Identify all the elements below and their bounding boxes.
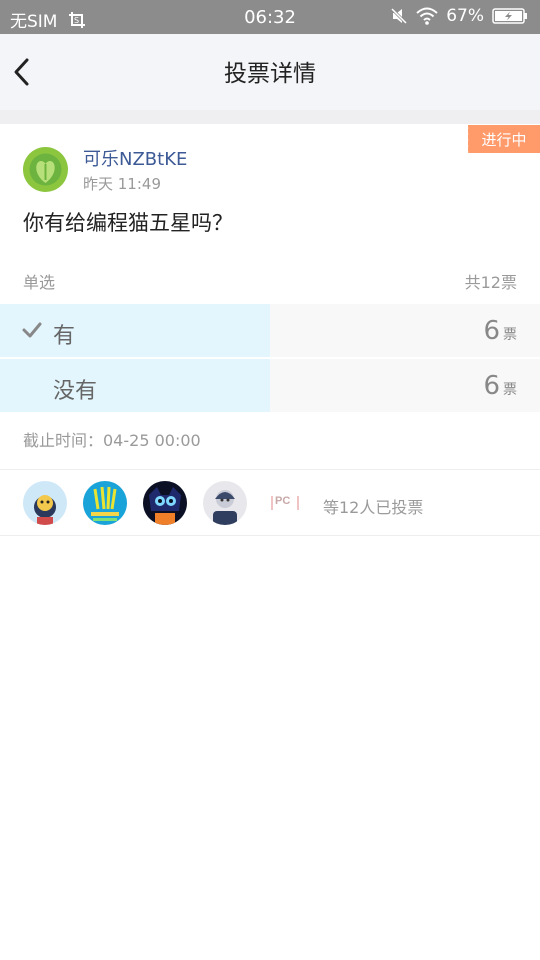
battery-icon [492, 8, 528, 24]
voter-avatar[interactable] [143, 481, 187, 525]
avatar-badge-text: PC [275, 495, 291, 507]
poll-question: 你有给编程猫五星吗？ [23, 211, 233, 235]
vote-total-label: 共12票 [464, 273, 517, 292]
poll-option-yes[interactable]: 有 6票 [0, 304, 540, 357]
post-time: 昨天 11:49 [83, 175, 161, 193]
navigation-header: 投票详情 [0, 34, 540, 110]
mute-icon [390, 7, 408, 25]
option-fill-bar [0, 359, 270, 412]
option-label: 没有 [53, 379, 98, 404]
author-name[interactable]: 可乐NZBtKE [83, 145, 187, 171]
page-title: 投票详情 [224, 61, 316, 87]
vote-type-label: 单选 [23, 273, 56, 292]
voter-avatar[interactable] [203, 481, 247, 525]
status-badge: 进行中 [466, 125, 540, 153]
voter-avatar[interactable] [83, 481, 127, 525]
battery-percent: 67% [446, 6, 484, 26]
option-label: 有 [53, 324, 76, 349]
divider [0, 535, 540, 536]
poll-option-no[interactable]: 没有 6票 [0, 359, 540, 412]
voter-avatar[interactable]: PC [263, 481, 307, 525]
divider [0, 469, 540, 470]
section-divider [0, 110, 540, 124]
status-bar: 无SIM S 06:32 67% [0, 0, 540, 34]
option-count: 6票 [483, 371, 517, 401]
voter-avatar[interactable] [23, 481, 67, 525]
option-count: 6票 [483, 316, 517, 346]
wifi-icon [416, 7, 438, 25]
voters-summary[interactable]: 等12人已投票 [323, 494, 423, 518]
deadline-text: 截止时间：04-25 00:00 [23, 431, 201, 450]
check-icon [22, 322, 42, 338]
avatar[interactable] [23, 147, 68, 192]
